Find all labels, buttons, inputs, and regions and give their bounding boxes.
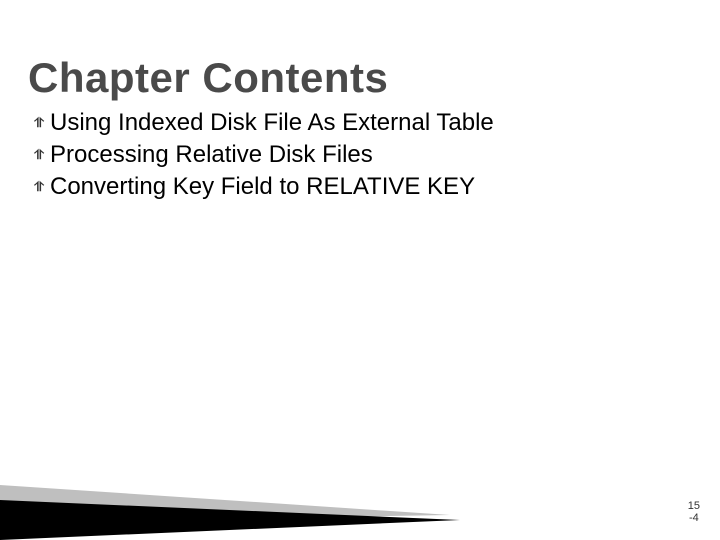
slide-number: -4 [688,512,700,524]
decorative-wedge [0,450,480,540]
slide: Chapter Contents ⥣ Using Indexed Disk Fi… [0,0,720,540]
slide-title: Chapter Contents [28,54,388,102]
bullet-icon: ⥣ [34,140,48,170]
bullet-icon: ⥣ [34,108,48,138]
bullet-icon: ⥣ [34,172,48,202]
list-item-text: Using Indexed Disk File As External Tabl… [50,108,494,138]
list-item-text: Converting Key Field to RELATIVE KEY [50,172,475,202]
list-item-text: Processing Relative Disk Files [50,140,373,170]
list-item: ⥣ Converting Key Field to RELATIVE KEY [34,172,680,202]
content-list: ⥣ Using Indexed Disk File As External Ta… [34,108,680,204]
chapter-number: 15 [688,500,700,512]
list-item: ⥣ Processing Relative Disk Files [34,140,680,170]
page-number: 15 -4 [688,500,700,524]
list-item: ⥣ Using Indexed Disk File As External Ta… [34,108,680,138]
